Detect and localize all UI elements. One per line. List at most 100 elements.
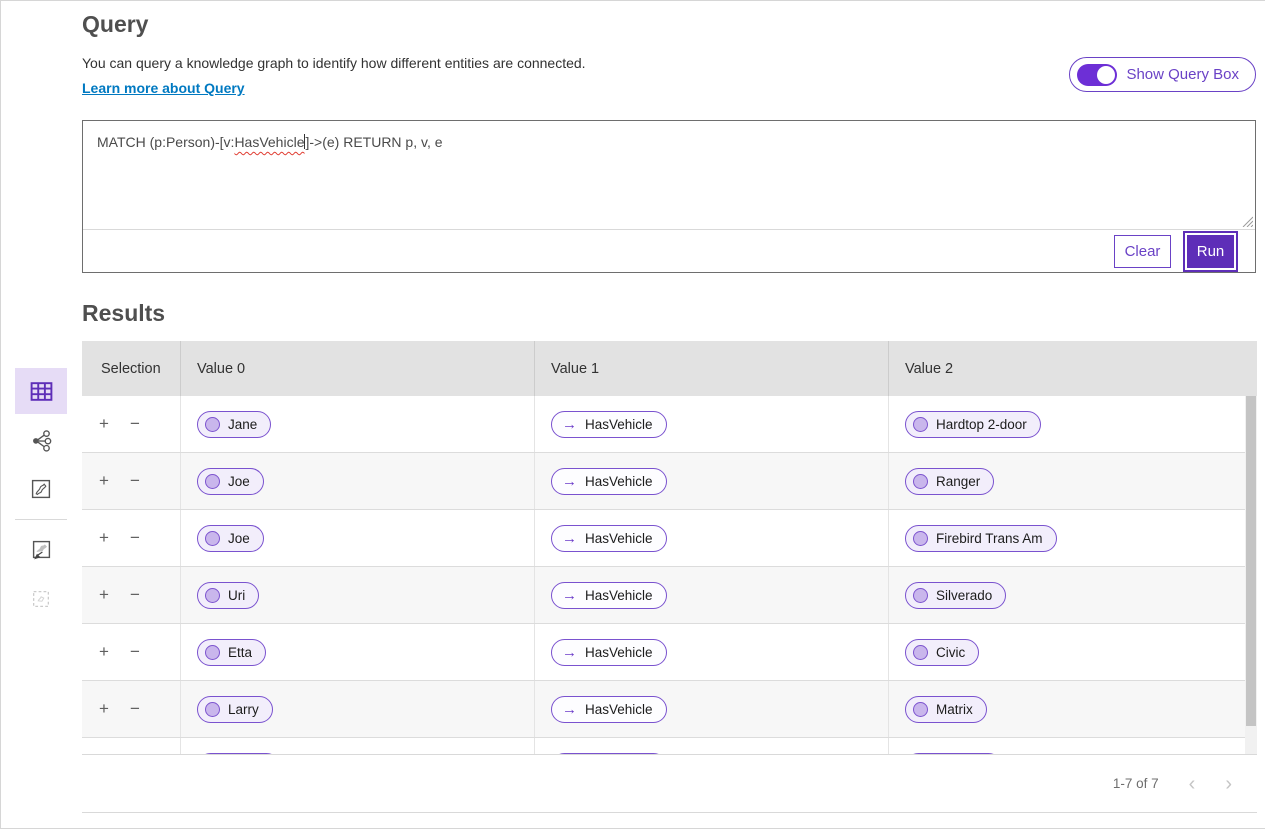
pagination-range-label: 1-7 of 7 [1113,776,1159,791]
table-row: + − Jessie → HasVehicle Mustang [82,738,1245,754]
value2-cell: Silverado [889,567,1245,623]
entity-circle-icon [205,702,220,717]
page-title: Query [82,11,148,38]
remove-selection-button[interactable]: − [130,414,140,434]
relationship-pill[interactable]: → HasVehicle [551,753,667,755]
add-to-link-chart-icon [30,588,52,610]
link-chart-icon [29,428,54,453]
value2-cell: Firebird Trans Am [889,510,1245,566]
relationship-pill[interactable]: → HasVehicle [551,411,667,438]
entity-pill[interactable]: Ranger [905,468,994,495]
value0-cell: Larry [181,681,535,737]
entity-circle-icon [913,474,928,489]
relationship-arrow-icon: → [562,417,577,432]
relationship-pill[interactable]: → HasVehicle [551,525,667,552]
entity-pill[interactable]: Jane [197,411,271,438]
scrollbar-thumb[interactable] [1246,396,1256,726]
selection-cell: + − [82,681,181,737]
selection-cell: + − [82,453,181,509]
remove-selection-button[interactable]: − [130,585,140,605]
toggle-switch-icon[interactable] [1077,64,1117,86]
entity-label: Etta [228,645,252,660]
relationship-arrow-icon: → [562,588,577,603]
entity-label: Civic [936,645,965,660]
results-view-rail [15,368,67,625]
table-view-button[interactable] [15,368,67,414]
add-selection-button[interactable]: + [99,414,109,434]
remove-selection-button[interactable]: − [130,699,140,719]
entity-circle-icon [913,531,928,546]
entity-label: Larry [228,702,259,717]
entity-pill[interactable]: Larry [197,696,273,723]
relationship-pill[interactable]: → HasVehicle [551,639,667,666]
entity-pill[interactable]: Matrix [905,696,987,723]
learn-more-link[interactable]: Learn more about Query [82,80,245,96]
results-table: Selection Value 0 Value 1 Value 2 + − Ja… [82,341,1257,813]
relationship-pill[interactable]: → HasVehicle [551,696,667,723]
link-chart-view-button[interactable] [15,417,67,463]
column-header-value0: Value 0 [181,341,535,396]
add-to-link-chart-button[interactable] [15,576,67,622]
entity-pill[interactable]: Joe [197,468,264,495]
entity-pill[interactable]: Silverado [905,582,1006,609]
column-header-selection: Selection [82,341,181,396]
add-selection-button[interactable]: + [99,471,109,491]
remove-selection-button[interactable]: − [130,642,140,662]
entity-circle-icon [205,588,220,603]
entity-pill[interactable]: Civic [905,639,979,666]
add-selection-button[interactable]: + [99,528,109,548]
query-page: Query You can query a knowledge graph to… [0,0,1265,829]
value0-cell: Joe [181,510,535,566]
value0-cell: Etta [181,624,535,680]
remove-selection-button[interactable]: − [130,471,140,491]
value0-cell: Joe [181,453,535,509]
resize-handle-icon[interactable] [1240,214,1253,227]
entity-pill[interactable]: Joe [197,525,264,552]
value1-cell: → HasVehicle [535,396,889,452]
add-selection-button[interactable]: + [99,585,109,605]
relationship-label: HasVehicle [585,474,653,489]
previous-page-button[interactable]: ‹ [1189,774,1196,794]
show-query-box-toggle[interactable]: Show Query Box [1069,57,1256,92]
entity-pill[interactable]: Uri [197,582,259,609]
entity-circle-icon [205,417,220,432]
add-to-map-button[interactable] [15,527,67,573]
entity-circle-icon [913,588,928,603]
entity-label: Matrix [936,702,973,717]
entity-circle-icon [913,702,928,717]
entity-label: Silverado [936,588,992,603]
clear-button[interactable]: Clear [1114,235,1171,268]
table-row: + − Joe → HasVehicle Firebird Trans Am [82,510,1245,567]
map-view-button[interactable] [15,466,67,512]
query-misspelled-word: HasVehicle [234,134,304,150]
run-button[interactable]: Run [1187,235,1234,268]
table-row: + − Jane → HasVehicle Hardtop 2-door [82,396,1245,453]
add-selection-button[interactable]: + [99,642,109,662]
value0-cell: Jane [181,396,535,452]
show-query-box-label: Show Query Box [1126,66,1239,83]
value2-cell: Matrix [889,681,1245,737]
add-selection-button[interactable]: + [99,699,109,719]
query-input[interactable]: MATCH (p:Person)-[v:HasVehicle]->(e) RET… [83,121,1255,230]
next-page-button[interactable]: › [1225,774,1232,794]
entity-circle-icon [205,531,220,546]
entity-pill[interactable]: Etta [197,639,266,666]
table-scrollbar[interactable] [1245,396,1257,754]
value0-cell: Uri [181,567,535,623]
entity-pill[interactable]: Jessie [197,753,280,755]
entity-pill[interactable]: Mustang [905,753,1002,755]
value1-cell: → HasVehicle [535,510,889,566]
entity-pill[interactable]: Hardtop 2-door [905,411,1041,438]
table-body: + − Jane → HasVehicle Hardtop 2-door + − [82,396,1257,754]
value1-cell: → HasVehicle [535,624,889,680]
relationship-pill[interactable]: → HasVehicle [551,582,667,609]
toggle-knob [1097,66,1115,84]
entity-label: Uri [228,588,245,603]
table-row: + − Uri → HasVehicle Silverado [82,567,1245,624]
query-box: MATCH (p:Person)-[v:HasVehicle]->(e) RET… [82,120,1256,273]
relationship-pill[interactable]: → HasVehicle [551,468,667,495]
remove-selection-button[interactable]: − [130,528,140,548]
selection-cell: + − [82,510,181,566]
entity-pill[interactable]: Firebird Trans Am [905,525,1057,552]
entity-label: Hardtop 2-door [936,417,1027,432]
